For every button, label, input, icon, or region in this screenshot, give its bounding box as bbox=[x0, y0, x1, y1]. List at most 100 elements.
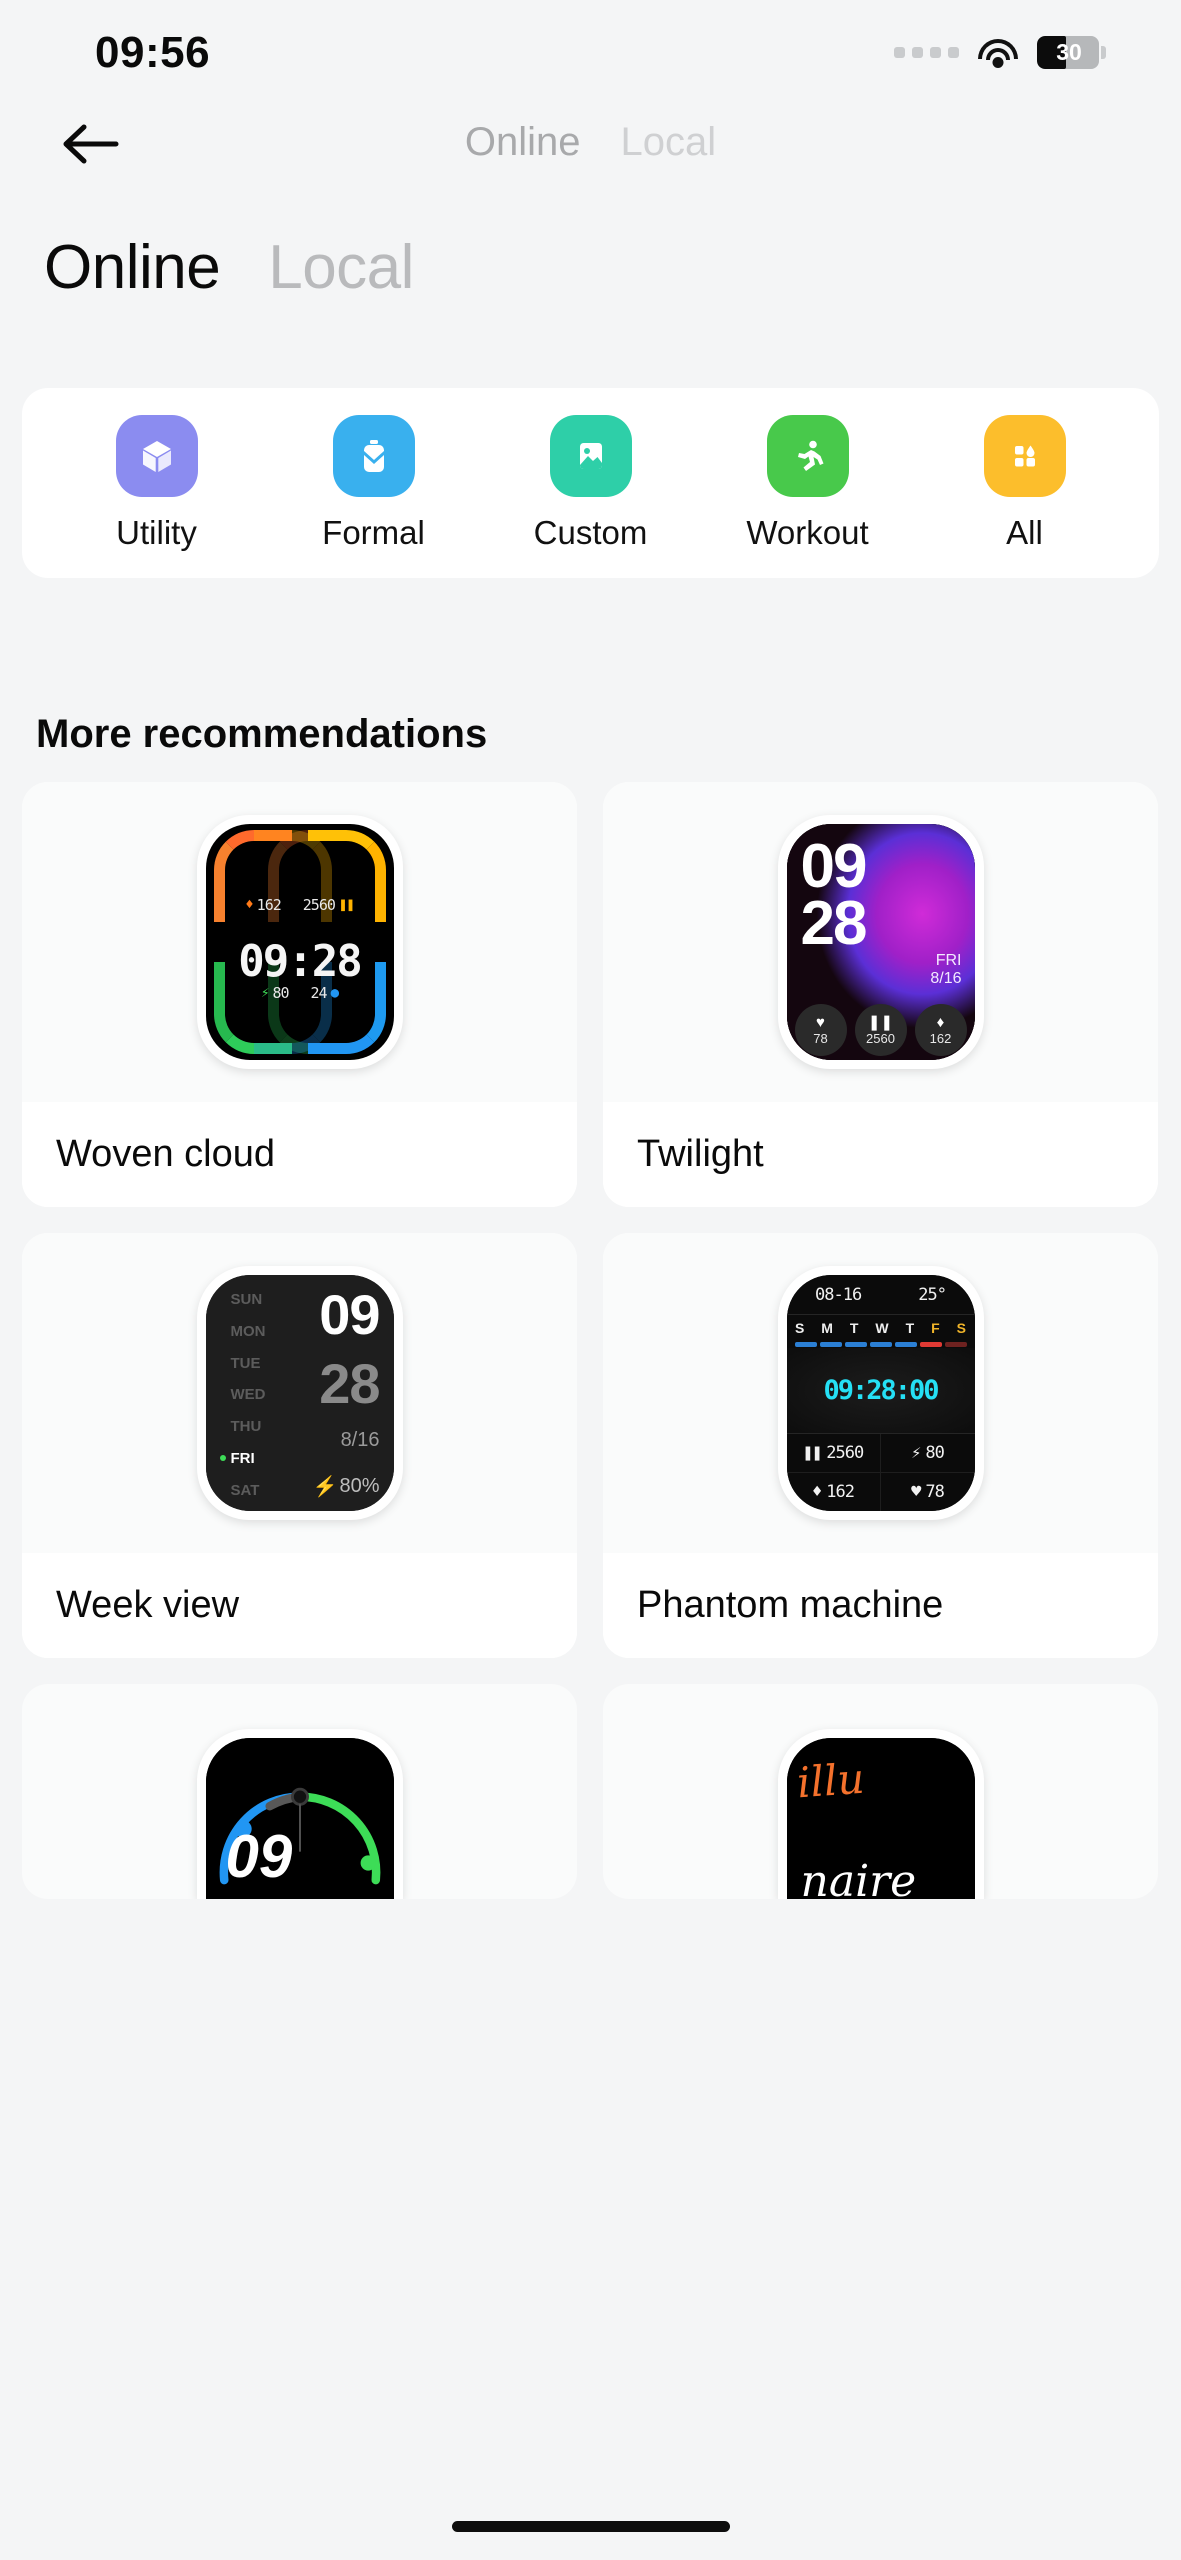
week-view-date: 8/16 bbox=[340, 1429, 380, 1452]
watch-face-card-week-view[interactable]: SUN MON TUE WED THU FRI SAT 09 28 8/16 ⚡… bbox=[22, 1233, 577, 1658]
twilight-minutes: 28 bbox=[800, 889, 868, 959]
navigation-bar: Online Local bbox=[0, 108, 1181, 180]
phantom-stat-heart: ♥ 78 bbox=[881, 1473, 975, 1511]
watch-bezel: ♦ 162 2560 ❚❚ 09:28 ⚡ 80 24 ● bbox=[196, 815, 403, 1069]
widget-calories-value: 162 bbox=[929, 1030, 952, 1046]
cube-icon bbox=[115, 414, 198, 497]
phantom-stat-battery: ⚡ 80 bbox=[880, 1434, 975, 1473]
watch-bezel: SUN MON TUE WED THU FRI SAT 09 28 8/16 ⚡… bbox=[196, 1266, 403, 1520]
clock-icon: ● bbox=[330, 985, 340, 1001]
category-label-workout: Workout bbox=[746, 513, 869, 551]
watch-face-preview: illu naire bbox=[603, 1684, 1158, 1899]
phantom-stat-calories: ♦ 162 bbox=[787, 1473, 881, 1511]
wifi-icon bbox=[977, 37, 1019, 69]
bolt-icon: ⚡ bbox=[911, 1443, 921, 1463]
watch-bezel: 09 28 FRI 8/16 ♥ 78 ❚❚ 2560 ♦ 162 bbox=[777, 815, 984, 1069]
watch-face-preview: 09 28 FRI 8/16 ♥ 78 ❚❚ 2560 ♦ 162 bbox=[603, 782, 1158, 1102]
flame-icon: ♦ bbox=[936, 1013, 945, 1031]
phantom-header: 08-16 25° bbox=[786, 1275, 975, 1315]
week-day-mon: MON bbox=[230, 1322, 266, 1340]
watch-bezel: 08-16 25° S M T W T F S 09:28:00 ❚❚ 2560… bbox=[777, 1266, 984, 1520]
watch-face-card-partial-script[interactable]: illu naire bbox=[603, 1684, 1158, 1899]
category-item-custom[interactable]: Custom bbox=[516, 414, 666, 552]
phantom-stat-steps: ❚❚ 2560 bbox=[786, 1434, 881, 1473]
watch-face-card-partial-gauge[interactable]: 09 bbox=[22, 1684, 577, 1899]
week-day-fri: FRI bbox=[219, 1450, 266, 1467]
day-letter-s2: S bbox=[956, 1320, 966, 1336]
runner-icon bbox=[766, 414, 849, 497]
metric-steps-value: 2560 bbox=[302, 896, 336, 914]
status-bar-indicators: 30 bbox=[894, 36, 1106, 69]
category-item-all[interactable]: All bbox=[950, 414, 1100, 552]
tab-local[interactable]: Local bbox=[268, 232, 414, 303]
watch-face-name-twilight: Twilight bbox=[603, 1102, 1158, 1207]
category-item-formal[interactable]: Formal bbox=[299, 414, 449, 552]
watch-face-preview: SUN MON TUE WED THU FRI SAT 09 28 8/16 ⚡… bbox=[22, 1233, 577, 1553]
watch-screen-week-view: SUN MON TUE WED THU FRI SAT 09 28 8/16 ⚡… bbox=[205, 1275, 394, 1511]
widget-heart-rate: ♥ 78 bbox=[794, 1004, 847, 1056]
watch-face-grid: ♦ 162 2560 ❚❚ 09:28 ⚡ 80 24 ● Woven clou… bbox=[22, 782, 1159, 1899]
day-letter-w: W bbox=[875, 1320, 889, 1336]
bolt-icon: ⚡ bbox=[261, 985, 270, 1001]
watch-face-preview: ♦ 162 2560 ❚❚ 09:28 ⚡ 80 24 ● bbox=[22, 782, 577, 1102]
battery-indicator: 30 bbox=[1037, 36, 1106, 69]
home-indicator bbox=[451, 2521, 730, 2532]
metric-steps: 2560 ❚❚ bbox=[302, 896, 355, 914]
phantom-time: 09:28:00 bbox=[823, 1375, 939, 1406]
steps-icon: ❚❚ bbox=[802, 1443, 823, 1463]
day-letter-f: F bbox=[931, 1320, 940, 1336]
battery-icon: 30 bbox=[1037, 36, 1099, 69]
phantom-date: 08-16 bbox=[815, 1284, 862, 1305]
tab-online[interactable]: Online bbox=[44, 232, 221, 303]
category-label-utility: Utility bbox=[116, 513, 197, 551]
widget-heart-value: 78 bbox=[813, 1030, 828, 1046]
partial-script-line1: illu bbox=[794, 1753, 866, 1808]
app-screen: 09:56 30 Online Local Online Local Utili… bbox=[0, 0, 1181, 2560]
category-label-formal: Formal bbox=[322, 513, 425, 551]
nav-tab-local[interactable]: Local bbox=[621, 120, 717, 165]
week-day-tue: TUE bbox=[230, 1354, 261, 1372]
week-day-wed: WED bbox=[230, 1386, 266, 1404]
metric-calories-value: 162 bbox=[256, 896, 282, 914]
watch-face-card-twilight[interactable]: 09 28 FRI 8/16 ♥ 78 ❚❚ 2560 ♦ 162 Twilig… bbox=[603, 782, 1158, 1207]
day-letter-t1: T bbox=[849, 1320, 859, 1336]
day-letter-m: M bbox=[821, 1320, 833, 1336]
nav-collapsed-tabs: Online Local bbox=[0, 120, 1181, 165]
week-view-battery: ⚡ 80% bbox=[313, 1474, 380, 1499]
watch-screen-woven-cloud: ♦ 162 2560 ❚❚ 09:28 ⚡ 80 24 ● bbox=[205, 824, 394, 1060]
watch-bezel: 09 bbox=[196, 1729, 403, 1899]
section-title: More recommendations bbox=[36, 712, 488, 756]
grid-icon bbox=[983, 414, 1066, 497]
watch-face-card-phantom-machine[interactable]: 08-16 25° S M T W T F S 09:28:00 ❚❚ 2560… bbox=[603, 1233, 1158, 1658]
watch-face-name-woven-cloud: Woven cloud bbox=[22, 1102, 577, 1207]
metric-battery-value: 80 bbox=[272, 984, 289, 1002]
metric-calories: ♦ 162 bbox=[245, 896, 282, 914]
steps-icon: ❚❚ bbox=[867, 1013, 894, 1031]
phantom-steps-value: 2560 bbox=[826, 1443, 864, 1463]
category-label-all: All bbox=[1006, 513, 1043, 551]
category-label-custom: Custom bbox=[533, 513, 648, 551]
week-day-sat: SAT bbox=[230, 1481, 260, 1499]
watch-screen-phantom-machine: 08-16 25° S M T W T F S 09:28:00 ❚❚ 2560… bbox=[786, 1275, 975, 1511]
week-view-minutes: 28 bbox=[319, 1352, 380, 1416]
flame-icon: ♦ bbox=[245, 897, 254, 913]
twilight-hours: 09 bbox=[800, 832, 868, 901]
category-item-workout[interactable]: Workout bbox=[733, 414, 883, 552]
widget-steps-value: 2560 bbox=[866, 1030, 895, 1046]
phantom-heart-value: 78 bbox=[925, 1482, 945, 1502]
watch-face-preview: 08-16 25° S M T W T F S 09:28:00 ❚❚ 2560… bbox=[603, 1233, 1158, 1553]
watch-band-icon bbox=[332, 414, 415, 497]
week-day-list: SUN MON TUE WED THU FRI SAT bbox=[219, 1291, 266, 1499]
page-title-tabs: Online Local bbox=[44, 232, 414, 303]
week-day-sun: SUN bbox=[230, 1291, 263, 1308]
twilight-widgets: ♥ 78 ❚❚ 2560 ♦ 162 bbox=[787, 1004, 975, 1056]
battery-percent-label: 30 bbox=[1056, 39, 1082, 65]
category-item-utility[interactable]: Utility bbox=[82, 414, 232, 552]
day-letter-s1: S bbox=[794, 1320, 805, 1336]
watch-face-card-woven-cloud[interactable]: ♦ 162 2560 ❚❚ 09:28 ⚡ 80 24 ● Woven clou… bbox=[22, 782, 577, 1207]
phantom-stats: ❚❚ 2560 ⚡ 80 ♦ 162 ♥ 78 bbox=[786, 1433, 975, 1511]
phantom-temperature: 25° bbox=[918, 1284, 947, 1305]
image-icon bbox=[549, 414, 632, 497]
signal-dots-icon bbox=[894, 47, 959, 58]
nav-tab-online[interactable]: Online bbox=[465, 120, 581, 165]
